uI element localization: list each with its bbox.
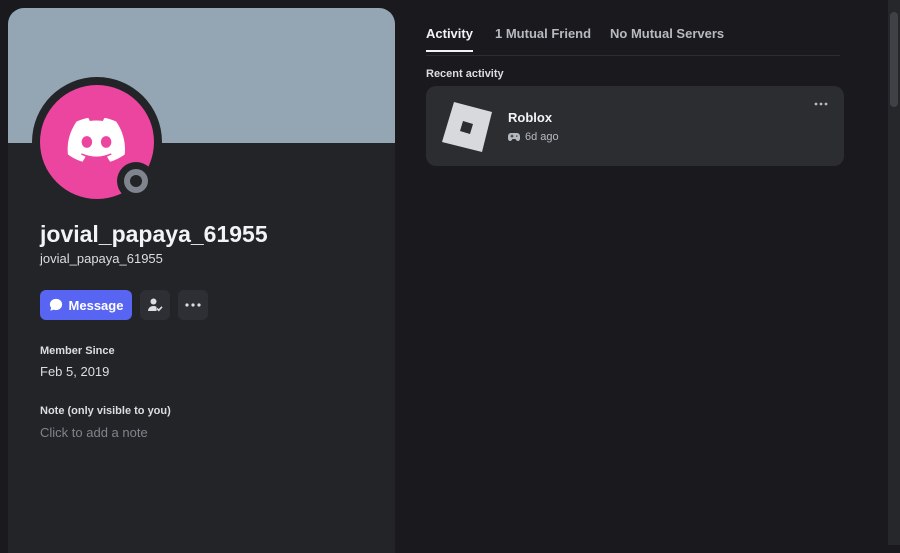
member-since-value: Feb 5, 2019 bbox=[40, 364, 110, 379]
activity-panel: Activity 1 Mutual Friend No Mutual Serve… bbox=[395, 0, 888, 545]
discord-logo-icon bbox=[67, 118, 125, 162]
more-options-button[interactable] bbox=[178, 290, 208, 320]
message-button[interactable]: Message bbox=[40, 290, 132, 320]
roblox-icon bbox=[442, 102, 492, 152]
activity-meta: 6d ago bbox=[508, 131, 559, 143]
profile-panel: jovial_papaya_61955 jovial_papaya_61955 … bbox=[8, 8, 395, 553]
message-button-label: Message bbox=[68, 297, 124, 313]
member-since-label: Member Since bbox=[40, 345, 115, 357]
tab-mutual-servers[interactable]: No Mutual Servers bbox=[610, 26, 724, 41]
add-friend-icon bbox=[148, 298, 163, 312]
activity-card[interactable]: Roblox 6d ago bbox=[426, 86, 844, 166]
username: jovial_papaya_61955 bbox=[40, 251, 163, 266]
tab-mutual-friends[interactable]: 1 Mutual Friend bbox=[495, 26, 591, 41]
friend-status-button[interactable] bbox=[140, 290, 170, 320]
gamepad-icon bbox=[508, 133, 520, 141]
note-input[interactable]: Click to add a note bbox=[40, 425, 148, 440]
recent-activity-label: Recent activity bbox=[426, 68, 504, 80]
offline-status-icon bbox=[124, 169, 148, 193]
activity-time: 6d ago bbox=[525, 131, 559, 143]
status-indicator-frame bbox=[117, 162, 155, 200]
display-name: jovial_papaya_61955 bbox=[40, 221, 268, 247]
tab-activity[interactable]: Activity bbox=[426, 26, 473, 52]
more-options-icon bbox=[185, 303, 201, 307]
activity-more-icon[interactable] bbox=[814, 102, 828, 106]
chat-bubble-icon bbox=[49, 298, 62, 311]
profile-tabs: Activity 1 Mutual Friend No Mutual Serve… bbox=[426, 0, 840, 56]
game-name: Roblox bbox=[508, 110, 553, 125]
scrollbar-track[interactable] bbox=[888, 0, 900, 545]
note-label: Note (only visible to you) bbox=[40, 405, 171, 417]
scrollbar-thumb[interactable] bbox=[890, 12, 898, 107]
